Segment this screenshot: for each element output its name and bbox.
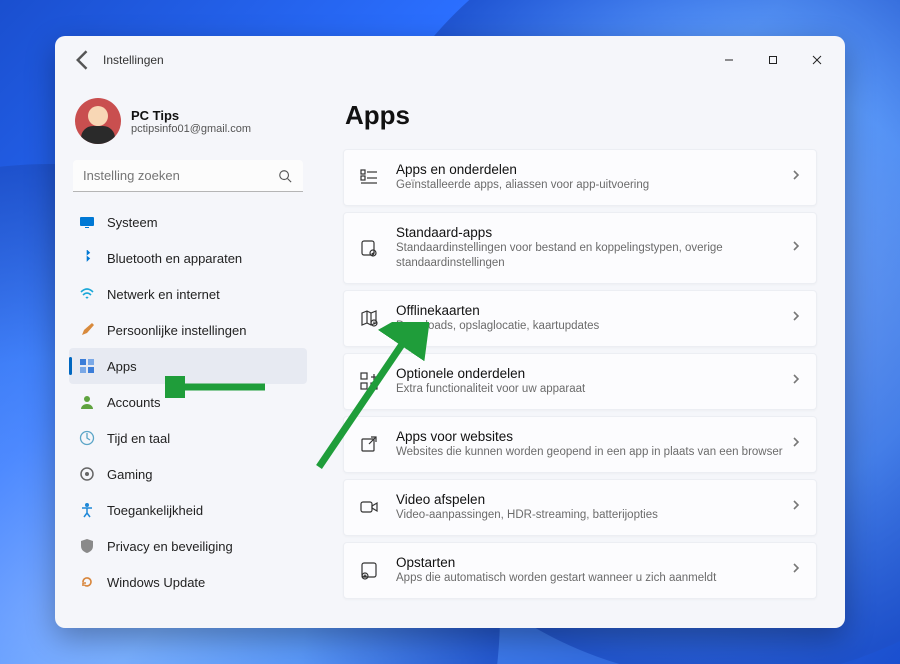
- sidebar-item-label: Privacy en beveiliging: [107, 539, 233, 554]
- card-subtitle: Geïnstalleerde apps, aliassen voor app-u…: [396, 178, 790, 193]
- chevron-right-icon: [790, 561, 802, 579]
- card-subtitle: Apps die automatisch worden gestart wann…: [396, 571, 790, 586]
- card-title: Opstarten: [396, 555, 790, 570]
- clock-globe-icon: [79, 430, 95, 446]
- search-icon: [278, 169, 292, 183]
- sidebar-item-bluetooth[interactable]: Bluetooth en apparaten: [69, 240, 307, 276]
- sidebar-item-privacy[interactable]: Privacy en beveiliging: [69, 528, 307, 564]
- back-arrow-icon: [69, 46, 97, 74]
- profile-email: pctipsinfo01@gmail.com: [131, 123, 251, 135]
- close-button[interactable]: [795, 45, 839, 75]
- card-title: Apps en onderdelen: [396, 162, 790, 177]
- system-icon: [79, 214, 95, 230]
- search-button[interactable]: [271, 160, 299, 192]
- sidebar-item-label: Netwerk en internet: [107, 287, 220, 302]
- page-title: Apps: [345, 100, 817, 131]
- sidebar-item-label: Windows Update: [107, 575, 205, 590]
- sidebar-item-gaming[interactable]: Gaming: [69, 456, 307, 492]
- minimize-icon: [724, 55, 734, 65]
- person-icon: [79, 394, 95, 410]
- card-subtitle: Downloads, opslaglocatie, kaartupdates: [396, 319, 790, 334]
- shield-icon: [79, 538, 95, 554]
- minimize-button[interactable]: [707, 45, 751, 75]
- sidebar-item-label: Bluetooth en apparaten: [107, 251, 242, 266]
- apps-icon: [79, 358, 95, 374]
- card-subtitle: Standaardinstellingen voor bestand en ko…: [396, 241, 790, 271]
- chevron-right-icon: [790, 239, 802, 257]
- card-subtitle: Extra functionaliteit voor uw apparaat: [396, 382, 790, 397]
- card-title: Offlinekaarten: [396, 303, 790, 318]
- card-subtitle: Websites die kunnen worden geopend in ee…: [396, 445, 790, 460]
- card-optional-features[interactable]: Optionele onderdelen Extra functionalite…: [343, 353, 817, 410]
- search-input[interactable]: [73, 160, 303, 192]
- chevron-right-icon: [790, 372, 802, 390]
- sidebar-item-apps[interactable]: Apps: [69, 348, 307, 384]
- gaming-icon: [79, 466, 95, 482]
- sidebar-item-label: Persoonlijke instellingen: [107, 323, 246, 338]
- sidebar-item-label: Systeem: [107, 215, 158, 230]
- sidebar-item-label: Gaming: [107, 467, 153, 482]
- map-icon: [358, 307, 380, 329]
- bluetooth-icon: [79, 250, 95, 266]
- sidebar-item-personalization[interactable]: Persoonlijke instellingen: [69, 312, 307, 348]
- sidebar-item-system[interactable]: Systeem: [69, 204, 307, 240]
- open-external-icon: [358, 433, 380, 455]
- sidebar-item-label: Toegankelijkheid: [107, 503, 203, 518]
- profile-name: PC Tips: [131, 108, 251, 123]
- sidebar-item-label: Tijd en taal: [107, 431, 170, 446]
- card-title: Standaard-apps: [396, 225, 790, 240]
- main-content: Apps Apps en onderdelen Geïnstalleerde a…: [315, 84, 845, 628]
- sidebar-item-time-language[interactable]: Tijd en taal: [69, 420, 307, 456]
- sidebar-item-accounts[interactable]: Accounts: [69, 384, 307, 420]
- list-icon: [358, 166, 380, 188]
- back-button[interactable]: [69, 46, 97, 74]
- sidebar: PC Tips pctipsinfo01@gmail.com Systeem B…: [55, 84, 315, 628]
- card-default-apps[interactable]: Standaard-apps Standaardinstellingen voo…: [343, 212, 817, 284]
- sidebar-item-label: Apps: [107, 359, 137, 374]
- settings-window: Instellingen PC Tips pctipsinfo01@gmail.…: [55, 36, 845, 628]
- window-title: Instellingen: [103, 53, 164, 67]
- titlebar: Instellingen: [55, 36, 845, 84]
- sidebar-item-windows-update[interactable]: Windows Update: [69, 564, 307, 600]
- card-startup[interactable]: Opstarten Apps die automatisch worden ge…: [343, 542, 817, 599]
- avatar: [75, 98, 121, 144]
- accessibility-icon: [79, 502, 95, 518]
- card-apps-features[interactable]: Apps en onderdelen Geïnstalleerde apps, …: [343, 149, 817, 206]
- card-apps-for-websites[interactable]: Apps voor websites Websites die kunnen w…: [343, 416, 817, 473]
- card-offline-maps[interactable]: Offlinekaarten Downloads, opslaglocatie,…: [343, 290, 817, 347]
- maximize-icon: [768, 55, 778, 65]
- chevron-right-icon: [790, 309, 802, 327]
- maximize-button[interactable]: [751, 45, 795, 75]
- card-title: Apps voor websites: [396, 429, 790, 444]
- wifi-icon: [79, 286, 95, 302]
- card-subtitle: Video-aanpassingen, HDR-streaming, batte…: [396, 508, 790, 523]
- components-plus-icon: [358, 370, 380, 392]
- close-icon: [812, 55, 822, 65]
- sidebar-item-accessibility[interactable]: Toegankelijkheid: [69, 492, 307, 528]
- sidebar-item-network[interactable]: Netwerk en internet: [69, 276, 307, 312]
- window-controls: [707, 45, 839, 75]
- card-video-playback[interactable]: Video afspelen Video-aanpassingen, HDR-s…: [343, 479, 817, 536]
- profile-block[interactable]: PC Tips pctipsinfo01@gmail.com: [69, 88, 307, 158]
- default-icon: [358, 237, 380, 259]
- chevron-right-icon: [790, 435, 802, 453]
- startup-icon: [358, 559, 380, 581]
- nav-list: Systeem Bluetooth en apparaten Netwerk e…: [69, 204, 307, 600]
- chevron-right-icon: [790, 498, 802, 516]
- brush-icon: [79, 322, 95, 338]
- update-icon: [79, 574, 95, 590]
- chevron-right-icon: [790, 168, 802, 186]
- card-title: Video afspelen: [396, 492, 790, 507]
- sidebar-item-label: Accounts: [107, 395, 160, 410]
- search-wrap: [73, 160, 303, 192]
- card-title: Optionele onderdelen: [396, 366, 790, 381]
- video-icon: [358, 496, 380, 518]
